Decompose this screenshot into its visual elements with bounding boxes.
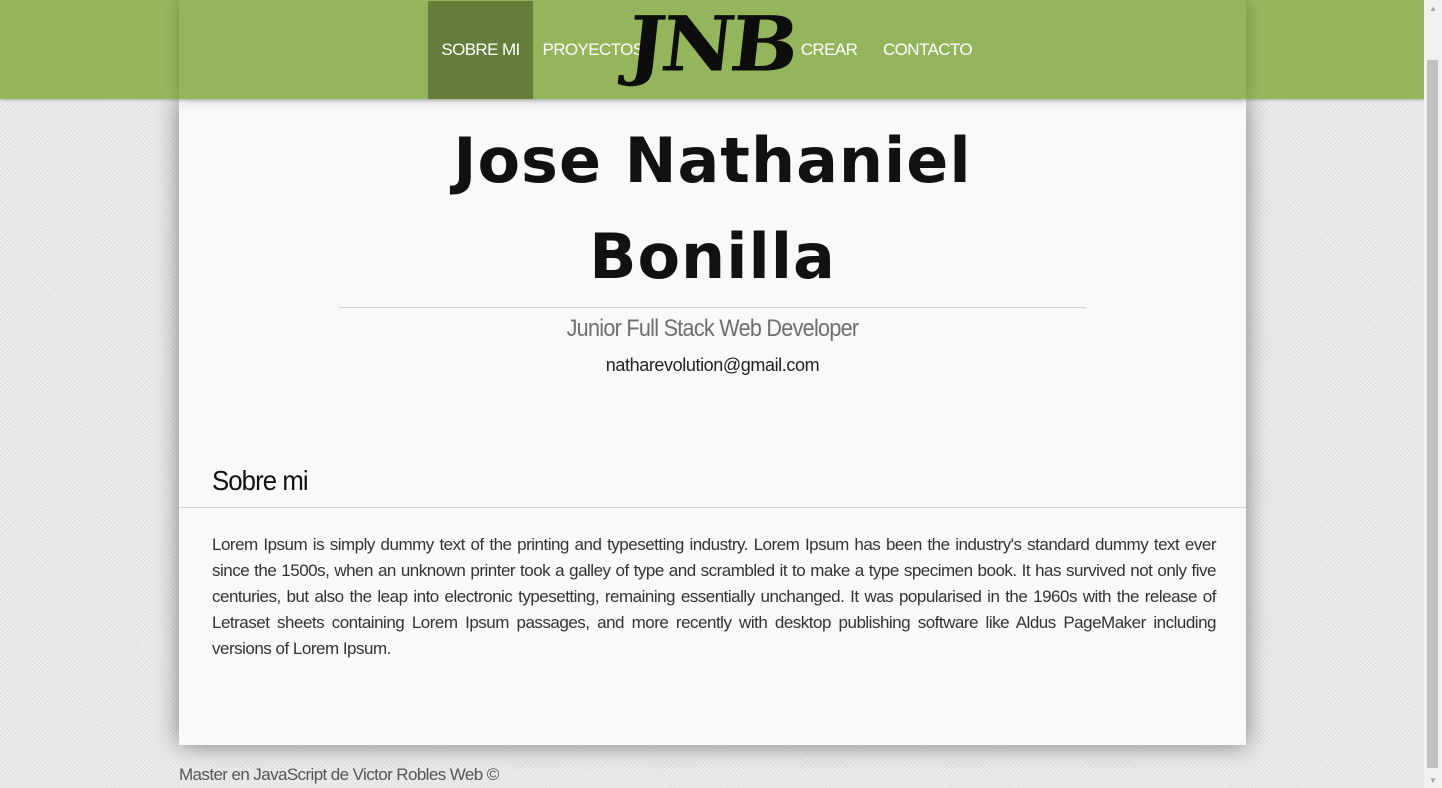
scroll-thumb[interactable] (1427, 60, 1438, 768)
site-logo[interactable]: JNB (623, 0, 799, 92)
scroll-down-icon[interactable]: ▼ (1424, 772, 1442, 788)
hero-name-line2: Bonilla (589, 220, 836, 293)
hero-name-line1: Jose Nathaniel (453, 124, 972, 197)
hero-name: Jose Nathaniel Bonilla (179, 113, 1246, 305)
hero-divider (339, 307, 1086, 308)
hero-role: Junior Full Stack Web Developer (566, 315, 860, 342)
scroll-up-icon[interactable]: ▲ (1424, 0, 1442, 16)
about-paragraph: Lorem Ipsum is simply dummy text of the … (212, 535, 1217, 658)
nav-item-sobre-mi[interactable]: SOBRE MI (428, 1, 533, 99)
footer-text: Master en JavaScript de Victor Robles We… (179, 765, 499, 784)
nav-item-crear[interactable]: CREAR (793, 1, 865, 99)
nav-item-contacto[interactable]: CONTACTO (865, 1, 990, 99)
main-panel: Jose Nathaniel Bonilla Junior Full Stack… (179, 99, 1246, 745)
section-divider (179, 507, 1246, 508)
hero-email[interactable]: natharevolution@gmail.com (179, 355, 1246, 376)
vertical-scrollbar[interactable]: ▲ ▼ (1424, 0, 1442, 788)
section-title-sobre-mi: Sobre mi (212, 465, 309, 496)
